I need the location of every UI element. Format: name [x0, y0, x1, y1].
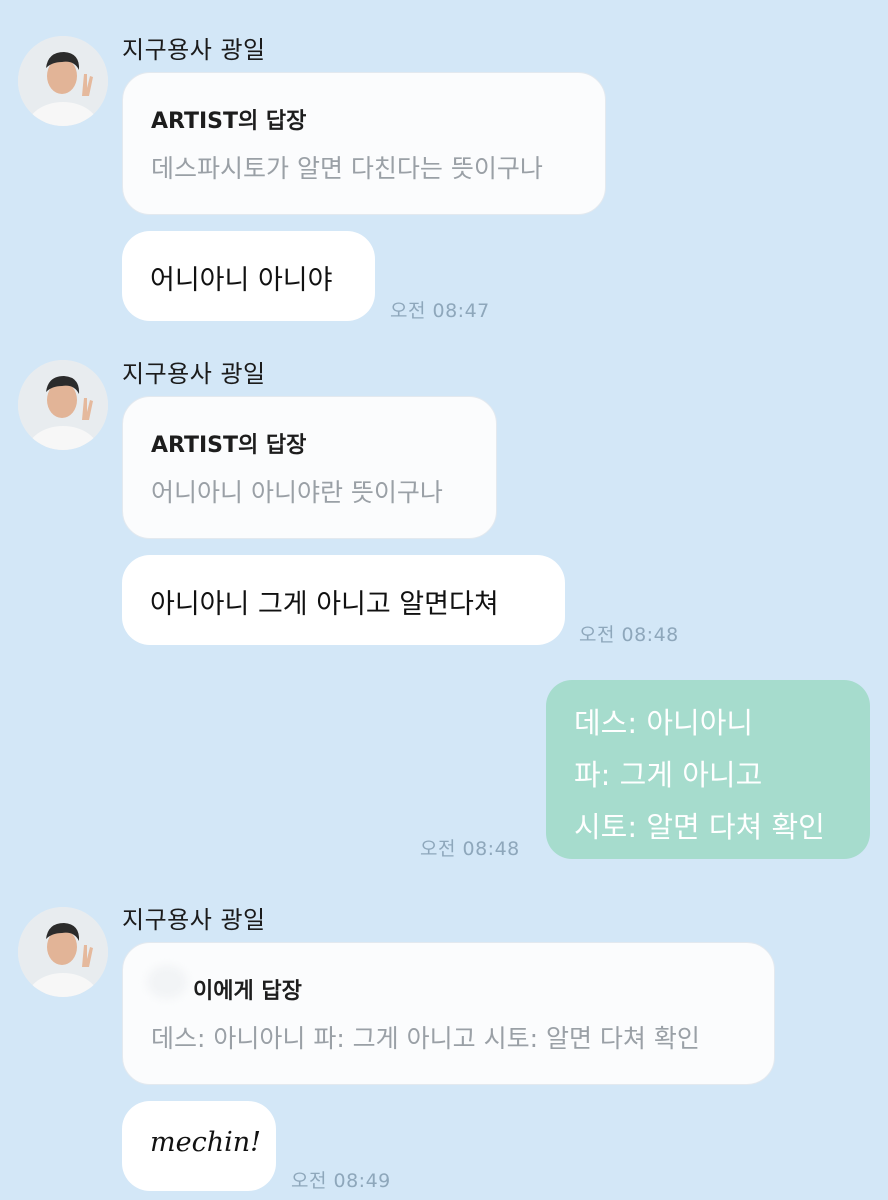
- message-timestamp: 오전 08:48: [579, 624, 679, 646]
- my-message-timestamp: 오전 08:48: [420, 838, 520, 860]
- reply-preview-card[interactable]: 이에게 답장 데스: 아니아니 파: 그게 아니고 시토: 알면 다쳐 확인: [122, 942, 775, 1085]
- reply-quote: 데스파시토가 알면 다친다는 뜻이구나: [151, 154, 543, 183]
- sender-name: 지구용사 광일: [122, 36, 266, 64]
- my-message-bubble[interactable]: 데스: 아니아니 파: 그게 아니고 시토: 알면 다쳐 확인: [546, 680, 870, 859]
- profile-photo-icon: [18, 36, 108, 126]
- message-text: mechin!: [150, 1127, 261, 1158]
- message-timestamp: 오전 08:49: [291, 1170, 391, 1192]
- avatar[interactable]: [18, 907, 108, 997]
- message-text: 아니아니 그게 아니고 알면다쳐: [150, 589, 499, 620]
- reply-title: ARTIST의 답장: [151, 109, 307, 134]
- message-timestamp: 오전 08:47: [390, 300, 490, 322]
- reply-quote: 데스: 아니아니 파: 그게 아니고 시토: 알면 다쳐 확인: [151, 1024, 700, 1053]
- message-text: 어니아니 아니야: [150, 265, 333, 296]
- my-message-line: 시토: 알면 다쳐 확인: [574, 810, 825, 844]
- reply-title: ARTIST의 답장: [151, 433, 307, 458]
- avatar[interactable]: [18, 360, 108, 450]
- my-message-line: 데스: 아니아니: [574, 706, 754, 740]
- reply-quote: 어니아니 아니야란 뜻이구나: [151, 478, 443, 507]
- my-message-line: 파: 그게 아니고: [574, 758, 763, 792]
- profile-photo-icon: [18, 360, 108, 450]
- sender-name: 지구용사 광일: [122, 906, 266, 934]
- reply-title: 이에게 답장: [193, 979, 302, 1004]
- avatar[interactable]: [18, 36, 108, 126]
- message-bubble[interactable]: mechin!: [122, 1101, 276, 1191]
- reply-preview-card[interactable]: ARTIST의 답장 데스파시토가 알면 다친다는 뜻이구나: [122, 72, 606, 215]
- profile-photo-icon: [18, 907, 108, 997]
- reply-preview-card[interactable]: ARTIST의 답장 어니아니 아니야란 뜻이구나: [122, 396, 497, 539]
- blurred-name: [147, 965, 187, 999]
- sender-name: 지구용사 광일: [122, 360, 266, 388]
- message-bubble[interactable]: 어니아니 아니야: [122, 231, 375, 321]
- message-bubble[interactable]: 아니아니 그게 아니고 알면다쳐: [122, 555, 565, 645]
